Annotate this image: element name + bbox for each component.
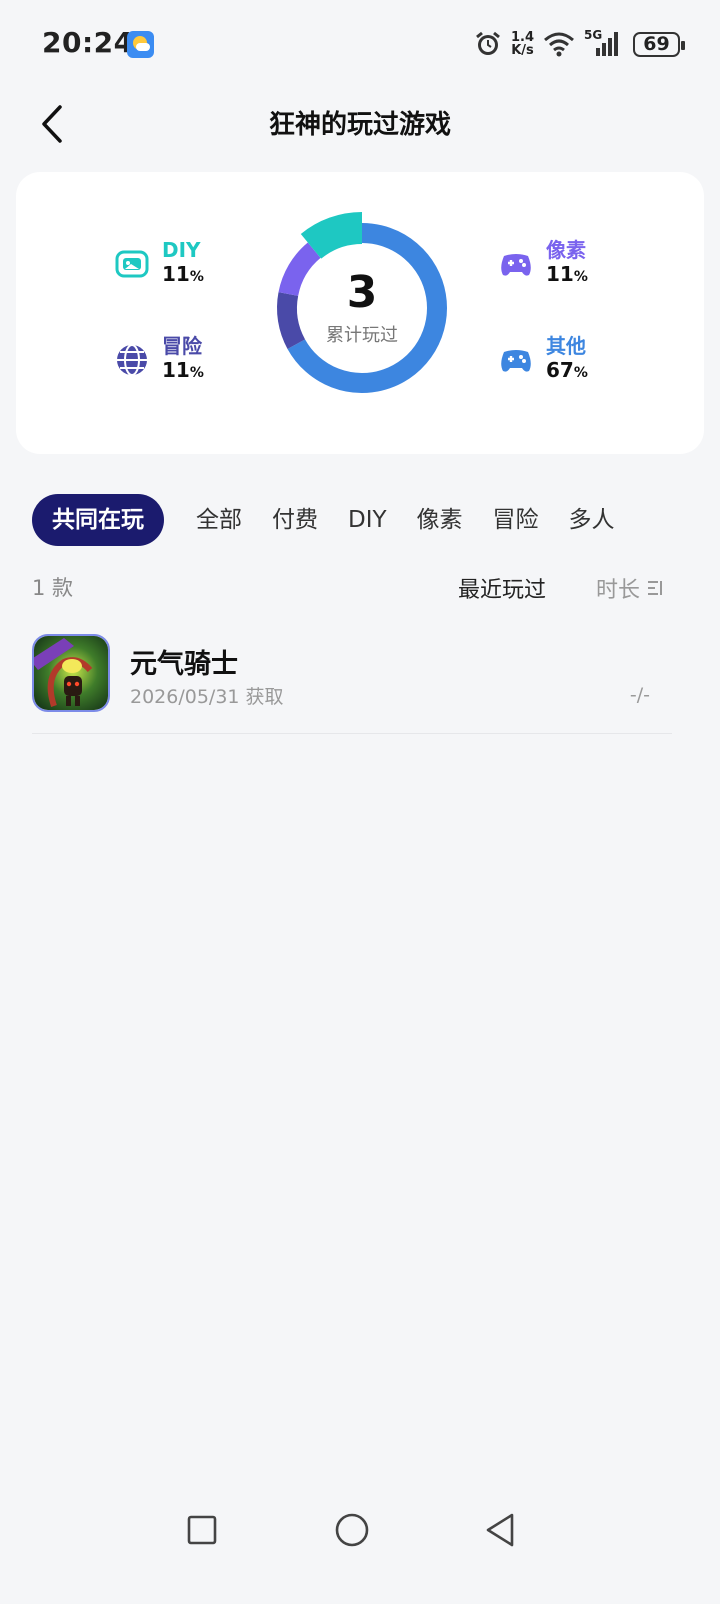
soul-knight-app-icon: [34, 636, 108, 710]
legend-other: 其他 67%: [498, 334, 588, 385]
legend-name: 冒险: [162, 334, 202, 358]
recents-button[interactable]: [180, 1508, 224, 1552]
globe-icon: [117, 344, 147, 376]
total-count: 3: [346, 267, 378, 318]
battery-indicator: 69: [633, 31, 685, 57]
alarm-icon: [476, 31, 500, 55]
tab-adventure[interactable]: 冒险: [493, 494, 539, 546]
nav-back-button[interactable]: [478, 1508, 522, 1552]
home-circle-icon: [335, 1513, 369, 1547]
legend-name: DIY: [162, 238, 201, 262]
network-speed: 1.4 K/s: [510, 30, 534, 58]
legend-percent: 11%: [546, 262, 588, 286]
weather-icon: [127, 31, 154, 58]
legend-name: 像素: [546, 238, 586, 262]
tab-pixel[interactable]: 像素: [417, 494, 463, 546]
legend-percent: 11%: [162, 262, 204, 286]
wifi-icon: [544, 32, 574, 57]
tab-diy[interactable]: DIY: [348, 494, 387, 546]
gamepad-icon: [501, 254, 531, 276]
legend-diy: DIY 11%: [114, 238, 204, 289]
home-button[interactable]: [330, 1508, 374, 1552]
recents-square-icon: [187, 1515, 217, 1545]
sort-icon: [648, 581, 663, 595]
legend-percent: 11%: [162, 358, 204, 382]
stats-card: DIY 11% 冒险 11% 像素 11% 其他 67% 3 累计玩过: [16, 172, 704, 454]
sort-duration-label: 时长: [596, 578, 641, 603]
game-acquired-date: 2026/05/31 获取: [130, 686, 284, 708]
legend-pixel: 像素 11%: [498, 238, 588, 289]
game-count: 1 款: [32, 576, 74, 600]
tab-multiplayer[interactable]: 多人: [569, 494, 615, 546]
sort-duration-button[interactable]: 时长: [596, 572, 664, 604]
diy-icon: [115, 250, 149, 278]
legend-name: 其他: [546, 334, 586, 358]
status-time: 20:24: [42, 26, 134, 59]
sort-recent-button[interactable]: 最近玩过: [458, 572, 546, 604]
game-name: 元气骑士: [130, 649, 238, 680]
status-bar: 20:24 1.4 K/s 5G 69: [0, 0, 720, 88]
total-label: 累计玩过: [326, 325, 398, 346]
legend-percent: 67%: [546, 358, 588, 382]
game-duration: -/-: [629, 684, 650, 706]
page-title: 狂神的玩过游戏: [268, 110, 451, 140]
tab-bar-viewport: 共同在玩 全部 付费 DIY 像素 冒险 多人: [0, 490, 704, 550]
game-list-item[interactable]: 元气骑士 2026/05/31 获取 -/-: [32, 634, 672, 734]
tab-playing-together[interactable]: 共同在玩: [32, 494, 164, 546]
gamepad-icon: [501, 350, 531, 372]
tab-all[interactable]: 全部: [196, 494, 242, 546]
cellular-signal-icon: 5G: [584, 28, 624, 58]
back-triangle-icon: [486, 1513, 514, 1547]
tab-paid[interactable]: 付费: [272, 494, 318, 546]
game-icon: [32, 634, 110, 712]
legend-adventure: 冒险 11%: [114, 334, 204, 385]
tab-bar: 共同在玩 全部 付费 DIY 像素 冒险 多人: [32, 494, 645, 546]
donut-chart: 3 累计玩过: [264, 210, 460, 406]
system-nav-bar: [0, 1490, 720, 1570]
